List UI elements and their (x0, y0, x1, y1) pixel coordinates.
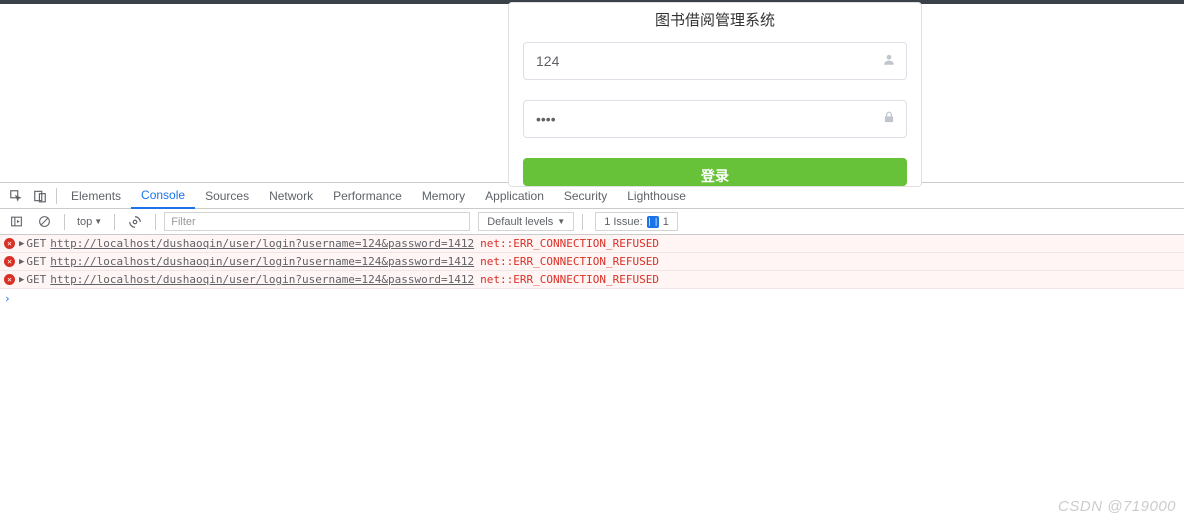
device-toggle-icon[interactable] (28, 184, 52, 208)
error-message: net::ERR_CONNECTION_REFUSED (480, 237, 659, 250)
request-url[interactable]: http://localhost/dushaoqin/user/login?us… (50, 255, 474, 268)
chevron-down-icon: ▼ (557, 217, 565, 226)
error-message: net::ERR_CONNECTION_REFUSED (480, 273, 659, 286)
log-entry[interactable]: ✕ ▶ GET http://localhost/dushaoqin/user/… (0, 253, 1184, 271)
expand-caret-icon[interactable]: ▶ (19, 239, 24, 249)
watermark: CSDN @719000 (1058, 498, 1176, 515)
clear-console-icon[interactable] (32, 210, 56, 234)
log-entry[interactable]: ✕ ▶ GET http://localhost/dushaoqin/user/… (0, 271, 1184, 289)
http-method: GET (26, 273, 46, 286)
tab-network[interactable]: Network (259, 183, 323, 209)
devtools-panel: Elements Console Sources Network Perform… (0, 182, 1184, 307)
expand-caret-icon[interactable]: ▶ (19, 275, 24, 285)
user-icon (882, 53, 896, 70)
separator (64, 214, 65, 230)
password-value: •••• (536, 111, 868, 127)
tab-performance[interactable]: Performance (323, 183, 412, 209)
separator (155, 214, 156, 230)
console-log-area: ✕ ▶ GET http://localhost/dushaoqin/user/… (0, 235, 1184, 307)
prompt-caret-icon: › (4, 292, 11, 305)
request-url[interactable]: http://localhost/dushaoqin/user/login?us… (50, 273, 474, 286)
tab-console[interactable]: Console (131, 183, 195, 209)
login-title: 图书借阅管理系统 (509, 3, 921, 42)
http-method: GET (26, 255, 46, 268)
chevron-down-icon: ▼ (94, 217, 102, 226)
error-icon: ✕ (4, 256, 15, 267)
login-card: 图书借阅管理系统 124 •••• 登录 (508, 2, 922, 187)
tab-elements[interactable]: Elements (61, 183, 131, 209)
console-prompt[interactable]: › (0, 289, 1184, 307)
request-url[interactable]: http://localhost/dushaoqin/user/login?us… (50, 237, 474, 250)
login-button[interactable]: 登录 (523, 158, 907, 186)
context-selector[interactable]: top ▼ (73, 216, 106, 228)
username-field[interactable]: 124 (523, 42, 907, 80)
issues-button[interactable]: 1 Issue: ❘❘ 1 (595, 212, 678, 231)
log-levels-selector[interactable]: Default levels ▼ (478, 212, 574, 231)
issue-icon: ❘❘ (647, 216, 659, 228)
error-icon: ✕ (4, 238, 15, 249)
error-message: net::ERR_CONNECTION_REFUSED (480, 255, 659, 268)
http-method: GET (26, 237, 46, 250)
live-expression-icon[interactable] (123, 210, 147, 234)
separator (582, 214, 583, 230)
login-button-label: 登录 (701, 166, 729, 186)
lock-icon (882, 111, 896, 128)
inspect-element-icon[interactable] (4, 184, 28, 208)
tab-memory[interactable]: Memory (412, 183, 475, 209)
error-icon: ✕ (4, 274, 15, 285)
console-toolbar: top ▼ Filter Default levels ▼ 1 Issue: ❘… (0, 209, 1184, 235)
tab-sources[interactable]: Sources (195, 183, 259, 209)
webpage-viewport: 图书借阅管理系统 124 •••• 登录 (0, 4, 1184, 182)
filter-input[interactable]: Filter (164, 212, 470, 231)
expand-caret-icon[interactable]: ▶ (19, 257, 24, 267)
sidebar-toggle-icon[interactable] (4, 210, 28, 234)
username-value: 124 (536, 53, 868, 69)
separator (56, 188, 57, 204)
log-entry[interactable]: ✕ ▶ GET http://localhost/dushaoqin/user/… (0, 235, 1184, 253)
separator (114, 214, 115, 230)
password-field[interactable]: •••• (523, 100, 907, 138)
